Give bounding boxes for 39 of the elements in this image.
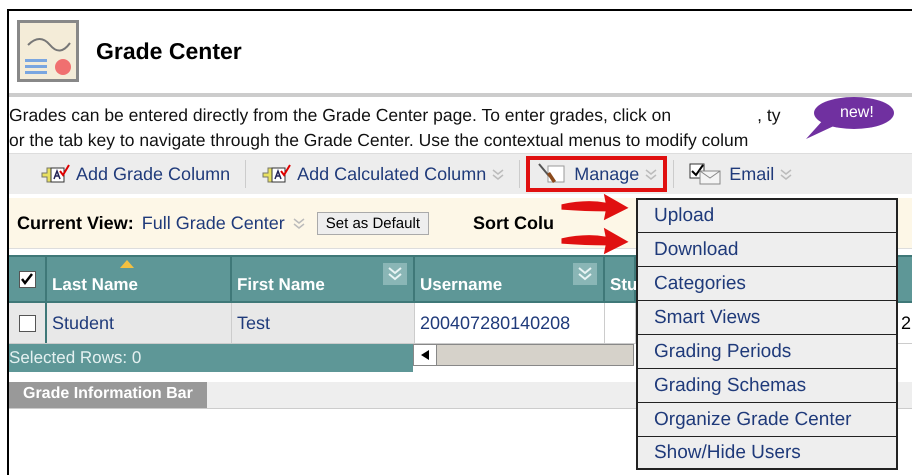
menu-item[interactable]: Download	[636, 232, 898, 266]
toolbar-button[interactable]: Add Grade Column	[31, 158, 240, 190]
scroll-left-icon[interactable]	[421, 350, 429, 360]
chevron-icon	[492, 168, 504, 180]
page-title: Grade Center	[96, 38, 242, 64]
menu-item[interactable]: Smart Views	[636, 300, 898, 334]
sort-label: Sort Colu	[472, 212, 554, 234]
view-label: Current View:	[17, 212, 134, 234]
certificate-icon	[16, 19, 80, 83]
add-column-icon	[261, 163, 292, 185]
toolbar-button[interactable]: Add Calculated Column	[252, 158, 514, 190]
chevron-icon	[780, 168, 792, 180]
table-cell: Student	[52, 312, 114, 334]
instruction-text: , ty	[757, 104, 780, 127]
chevron-icon	[645, 168, 658, 180]
callout-text: new!	[840, 103, 874, 123]
menu-item[interactable]: Organize Grade Center	[636, 402, 898, 436]
toolbar-button[interactable]: Email	[680, 158, 802, 190]
email-icon	[689, 163, 724, 185]
table-cell: 2	[901, 312, 912, 334]
menu-item[interactable]: Categories	[636, 266, 898, 300]
set-default-button[interactable]: Set as Default	[316, 212, 429, 234]
sort-arrow-icon	[120, 260, 134, 268]
table-cell: Test	[237, 312, 270, 334]
view-dropdown[interactable]: Full Grade Center	[142, 212, 305, 234]
select-all-checkbox[interactable]	[18, 270, 36, 288]
menu-item[interactable]: Grading Periods	[636, 334, 898, 368]
table-cell: 200407280140208	[420, 312, 570, 334]
instruction-text: Grades can be entered directly from the Grade Center page. To enter grades, click on	[9, 104, 672, 127]
menu-item[interactable]: Upload	[636, 198, 898, 232]
selected-rows-count: Selected Rows: 0	[9, 344, 413, 372]
horizontal-scrollbar[interactable]	[413, 344, 634, 366]
add-column-icon	[40, 163, 70, 185]
menu-item[interactable]: Grading Schemas	[636, 368, 898, 402]
chevron-icon	[292, 218, 305, 228]
row-checkbox[interactable]	[18, 314, 36, 332]
toolbar-button[interactable]: Manage	[526, 156, 668, 192]
instruction-text: or the tab key to navigate through the Grade Center. Use the contextual menus to modify colum	[9, 129, 748, 152]
menu-item[interactable]: Show/Hide Users	[636, 436, 898, 470]
